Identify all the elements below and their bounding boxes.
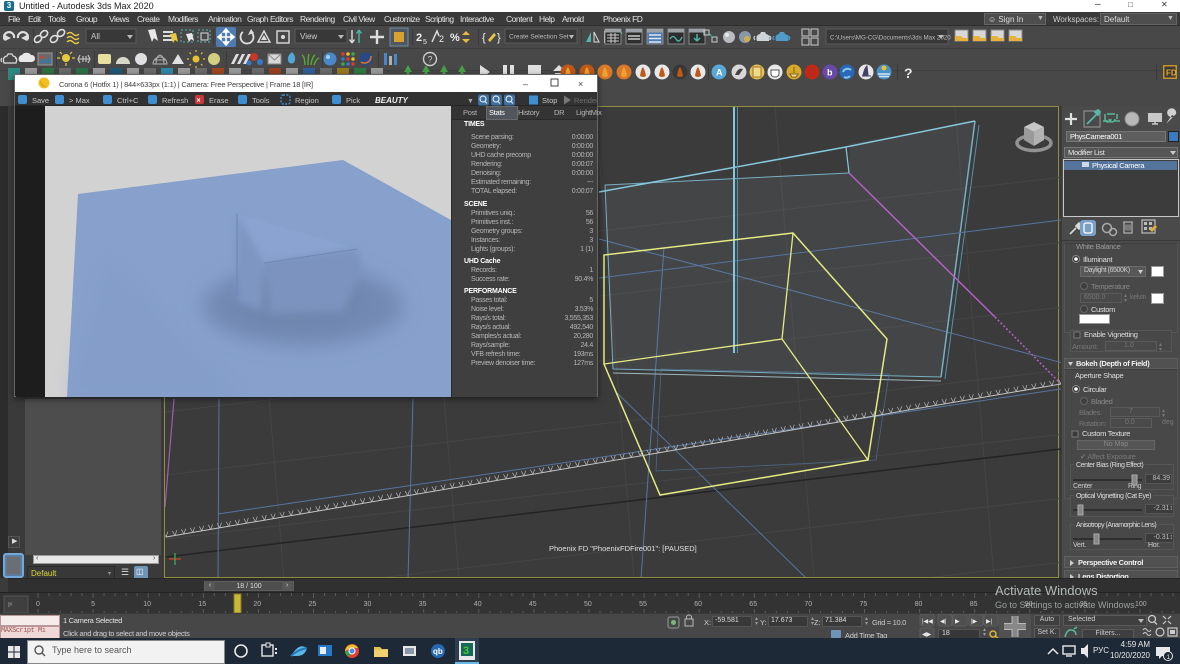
svg-text:Refresh: Refresh	[162, 96, 188, 105]
svg-text:60: 60	[694, 601, 702, 608]
svg-text:45: 45	[529, 601, 537, 608]
svg-text:20: 20	[253, 601, 261, 608]
svg-text:25: 25	[309, 601, 317, 608]
svg-text:%: %	[450, 32, 460, 44]
svg-text:80: 80	[915, 601, 923, 608]
svg-text:BEAUTY: BEAUTY	[375, 96, 409, 105]
svg-text:30: 30	[364, 601, 372, 608]
svg-text:Stop: Stop	[542, 96, 557, 105]
svg-text:35: 35	[419, 601, 427, 608]
svg-text:> Max: > Max	[69, 96, 90, 105]
svg-text:Region: Region	[295, 96, 319, 105]
svg-text:Ctrl+C: Ctrl+C	[117, 96, 139, 105]
svg-text:▼: ▼	[467, 98, 474, 105]
svg-text:65: 65	[749, 601, 757, 608]
svg-text:×: ×	[197, 98, 201, 105]
svg-text:2: 2	[439, 34, 444, 44]
svg-text:Save: Save	[32, 96, 49, 105]
svg-text:0: 0	[36, 601, 40, 608]
svg-text:50: 50	[584, 601, 592, 608]
svg-text:75: 75	[860, 601, 868, 608]
svg-text:15: 15	[198, 601, 206, 608]
svg-text:40: 40	[474, 601, 482, 608]
svg-text:Pick: Pick	[346, 96, 360, 105]
svg-text:Render: Render	[574, 96, 597, 105]
svg-text:View: View	[300, 32, 317, 41]
svg-text:FD: FD	[1166, 69, 1177, 78]
svg-text:A: A	[716, 68, 723, 78]
svg-text:Erase: Erase	[209, 96, 229, 105]
svg-text:b: b	[827, 68, 833, 78]
svg-text:C:\Users\MG-CG\Documents\3ds M: C:\Users\MG-CG\Documents\3ds Max 2020	[830, 35, 951, 42]
svg-text:All: All	[91, 32, 100, 41]
svg-text:70: 70	[804, 601, 812, 608]
svg-text:10: 10	[143, 601, 151, 608]
svg-text:85: 85	[970, 601, 978, 608]
svg-text:Iᵛ: Iᵛ	[8, 602, 13, 609]
svg-text:Create Selection Set: Create Selection Set	[509, 34, 569, 41]
svg-text:}: }	[497, 32, 501, 44]
svg-text:5: 5	[91, 601, 95, 608]
svg-text:{: {	[482, 32, 486, 44]
svg-text:?: ?	[904, 65, 913, 81]
svg-text:5: 5	[423, 39, 427, 46]
svg-text:Phoenix FD "PhoenixFDFire001":: Phoenix FD "PhoenixFDFire001": [PAUSED]	[549, 544, 697, 553]
svg-text:Tools: Tools	[252, 96, 270, 105]
svg-text:2: 2	[416, 32, 422, 44]
svg-text:55: 55	[639, 601, 647, 608]
